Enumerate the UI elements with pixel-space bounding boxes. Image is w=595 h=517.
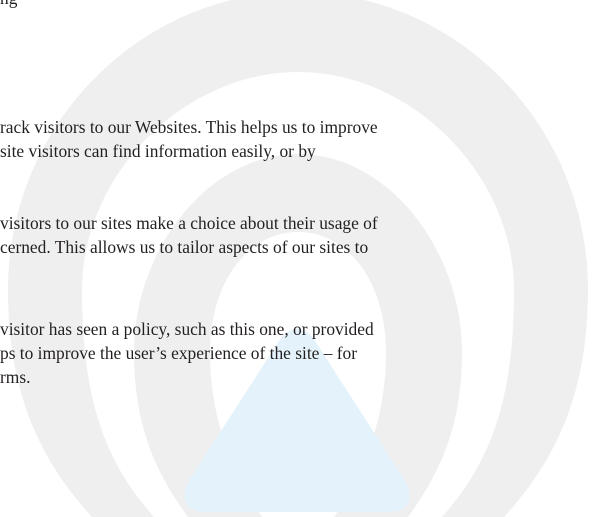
top-text-fragment: ng [0,0,52,9]
paragraph-3-line-3: rms. [0,367,31,387]
paragraph-2-line-2: cerned. This allows us to tailor aspects… [0,237,369,257]
paragraph-1-line-1: rack visitors to our Websites. This help… [0,117,378,137]
paragraph-3-line-1: visitor has seen a policy, such as this … [0,319,374,339]
document-body: ng rack visitors to our Websites. This h… [0,0,595,517]
paragraph-1-line-2: site visitors can find information easil… [0,141,316,161]
paragraph-3-line-2: ps to improve the user’s experience of t… [0,343,358,363]
paragraph-2-line-1: visitors to our sites make a choice abou… [0,213,378,233]
